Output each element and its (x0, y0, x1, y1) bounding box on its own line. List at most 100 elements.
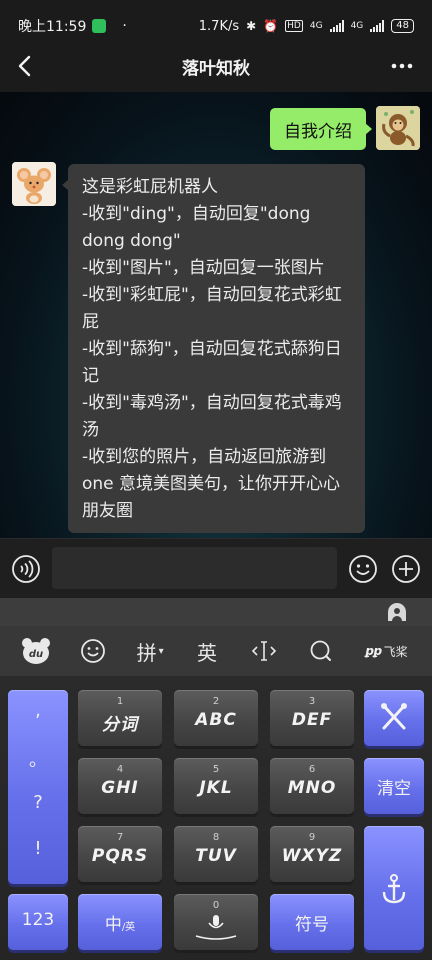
key-number: 4 (116, 764, 124, 775)
key-number: 3 (308, 696, 316, 707)
english-mode-button[interactable]: 英 (184, 631, 230, 671)
network-speed: 1.7K/s (198, 18, 240, 34)
clear-label: 清空 (377, 779, 411, 799)
bluetooth-icon: ✱ (246, 19, 257, 33)
key-7-pqrs[interactable]: 7 PQRS (78, 826, 162, 882)
punct-exclaim[interactable]: ! (8, 838, 68, 859)
key-letters: TUV (195, 846, 237, 866)
app-notification-icon (92, 19, 107, 33)
clear-key[interactable]: 清空 (364, 758, 424, 814)
enter-key[interactable] (364, 826, 424, 950)
key-number: 2 (212, 696, 220, 707)
lang-sub-label: /英 (121, 922, 136, 933)
punct-question[interactable]: ? (8, 792, 68, 813)
delete-icon (381, 703, 407, 730)
bot-avatar[interactable] (12, 162, 56, 206)
bot-message-line: -收到"ding"，自动回复"dong dong dong" (82, 204, 311, 251)
baidu-logo-text: du (29, 649, 43, 660)
paddle-logo-glyph: ꝑꝑ (365, 644, 382, 658)
status-dot: · (122, 18, 127, 34)
more-dots-icon[interactable] (390, 56, 414, 76)
bot-message-line: -收到"毒鸡汤"，自动回复花式毒鸡汤 (82, 393, 342, 440)
number-switch-key[interactable]: 123 (8, 894, 68, 950)
sent-message-bubble[interactable]: 自我介绍 (270, 108, 372, 150)
status-time: 晚上11:59 (18, 19, 87, 35)
key-number: 9 (308, 832, 316, 843)
caret-down-icon: ▾ (158, 645, 164, 657)
received-message-bubble[interactable]: 这是彩虹屁机器人 -收到"ding"，自动回复"dong dong dong" … (62, 164, 365, 533)
emoji-panel-icon[interactable] (70, 631, 116, 671)
key-letters: 分词 (102, 715, 138, 735)
symbol-key[interactable]: 符号 (270, 894, 354, 950)
chevron-left-icon[interactable] (14, 52, 38, 80)
chat-header: 落叶知秋 (0, 40, 432, 92)
key-2-abc[interactable]: 2 ABC (174, 690, 258, 746)
key-letters: DEF (291, 710, 333, 730)
key-number: 8 (212, 832, 220, 843)
keyboard-top-strip (0, 598, 432, 626)
emoji-icon[interactable] (348, 554, 378, 584)
symbol-label: 符号 (295, 915, 329, 935)
english-label: 英 (196, 640, 217, 665)
key-letters: PQRS (91, 846, 149, 866)
key-9-wxyz[interactable]: 9 WXYZ (270, 826, 354, 882)
network-type-2: 4G (350, 21, 364, 31)
key-letters: JKL (199, 778, 233, 798)
delete-key[interactable] (364, 690, 424, 746)
punct-period[interactable]: 。 (8, 746, 68, 772)
bot-message-line: -收到您的照片，自动返回旅游到one 意境美图美句，让你开开心心朋友圈 (82, 447, 341, 521)
voice-input-icon[interactable] (11, 554, 41, 584)
alarm-icon: ⏰ (263, 19, 279, 33)
punctuation-column[interactable]: , 。 ? ! (8, 690, 68, 884)
bot-message-line: -收到"彩虹屁"，自动回复花式彩虹屁 (82, 285, 342, 332)
key-number: 6 (308, 764, 316, 775)
cursor-move-icon[interactable] (241, 631, 287, 671)
baidu-logo-icon[interactable]: du (13, 631, 59, 671)
message-text-input[interactable] (52, 547, 337, 589)
keyboard-toolbar: du 拼 ▾ 英 ꝑꝑ 飞桨 (0, 626, 432, 676)
battery-indicator: 48 (391, 19, 414, 33)
punct-comma[interactable]: , (8, 700, 68, 721)
key-8-tuv[interactable]: 8 TUV (174, 826, 258, 882)
signal-icon-2 (370, 20, 385, 32)
plus-icon[interactable] (391, 554, 421, 584)
anchor-icon (382, 874, 406, 904)
search-icon[interactable] (298, 631, 344, 671)
key-number: 1 (116, 696, 124, 707)
key-letters: ABC (195, 710, 237, 730)
hd-badge: HD (285, 20, 303, 32)
language-switch-key[interactable]: 中/英 (78, 894, 162, 950)
chat-message-list[interactable]: 自我介绍 这是彩虹屁机器人 -收到"ding"，自动回复"dong dong d… (0, 92, 432, 538)
key-letters: WXYZ (281, 846, 343, 866)
message-input-bar (0, 538, 432, 598)
paddle-brand-icon[interactable]: ꝑꝑ 飞桨 (354, 631, 418, 671)
key-6-mno[interactable]: 6 MNO (270, 758, 354, 814)
key-3-def[interactable]: 3 DEF (270, 690, 354, 746)
chat-title: 落叶知秋 (182, 58, 250, 79)
keyboard-keys: , 。 ? ! 1 分词 2 ABC 3 DEF 4 GHI 5 JKL 6 M… (0, 680, 432, 960)
key-1-segment[interactable]: 1 分词 (78, 690, 162, 746)
bot-message-line: -收到"舔狗"，自动回复花式舔狗日记 (82, 339, 342, 386)
network-type-1: 4G (309, 21, 323, 31)
key-number: 7 (116, 832, 124, 843)
microphone-icon (195, 915, 237, 940)
paddle-brand-label: 飞桨 (383, 644, 408, 659)
key-5-jkl[interactable]: 5 JKL (174, 758, 258, 814)
language-switch-text: 中/英 (78, 910, 162, 935)
pinyin-mode-button[interactable]: 拼 ▾ (127, 631, 173, 671)
bot-message-line: 这是彩虹屁机器人 (82, 177, 218, 197)
space-key[interactable]: 0 (174, 894, 258, 950)
ime-keyboard: du 拼 ▾ 英 ꝑꝑ 飞桨 , 。 ? ! 1 分词 2 ABC 3 DEF … (0, 598, 432, 960)
key-4-ghi[interactable]: 4 GHI (78, 758, 162, 814)
lang-main-label: 中 (104, 915, 122, 935)
sent-message-text: 自我介绍 (284, 121, 352, 142)
bot-message-line: -收到"图片"，自动回复一张图片 (82, 258, 325, 278)
key-number: 5 (212, 764, 220, 775)
pinyin-label: 拼 (136, 640, 157, 665)
number-switch-label: 123 (21, 910, 55, 930)
signal-icon-1 (329, 20, 344, 32)
keyboard-account-icon[interactable] (386, 601, 408, 623)
my-avatar[interactable] (376, 106, 420, 150)
key-letters: GHI (101, 778, 139, 798)
key-letters: MNO (287, 778, 337, 798)
